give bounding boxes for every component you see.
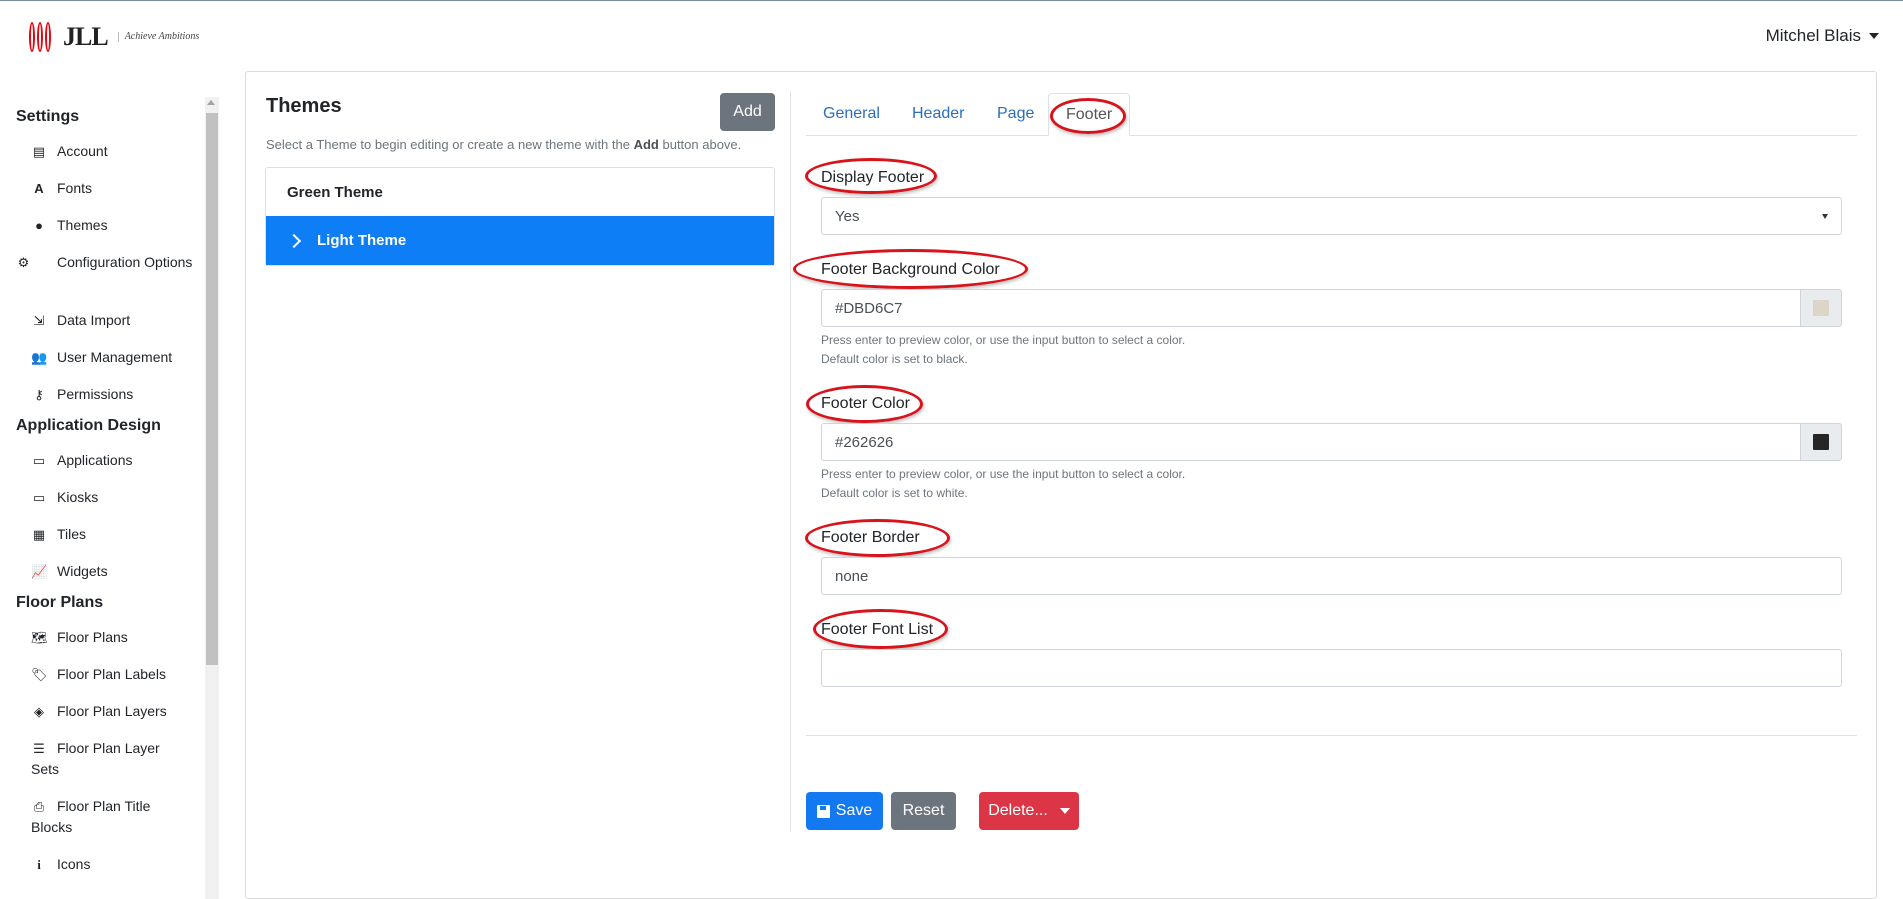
save-button-label: Save bbox=[835, 802, 873, 819]
sidebar-item-floor-plan-labels[interactable]: 🏷 Floor Plan Labels bbox=[31, 664, 196, 685]
scroll-up-arrow-icon[interactable] bbox=[207, 100, 215, 105]
footer-font-list-input[interactable] bbox=[821, 649, 1842, 687]
users-icon: 👥 bbox=[31, 350, 48, 365]
font-icon: A bbox=[34, 181, 44, 196]
tablet-icon: ▭ bbox=[32, 453, 46, 468]
annotation-ring bbox=[806, 385, 923, 423]
themes-hint-bold: Add bbox=[633, 137, 659, 152]
help-text: Press enter to preview color, or use the… bbox=[821, 467, 1186, 481]
color-swatch-icon bbox=[1813, 434, 1829, 450]
table-icon: ▤ bbox=[32, 144, 46, 159]
tablet-icon: ▭ bbox=[32, 490, 46, 505]
help-text: Default color is set to black. bbox=[821, 352, 968, 366]
tasks-icon: ☰ bbox=[33, 741, 45, 756]
column-divider bbox=[790, 91, 791, 831]
sidebar-item-configuration-options[interactable]: ⚙ Configuration Options bbox=[17, 252, 196, 273]
logo-tagline: Achieve Ambitions bbox=[117, 32, 199, 42]
footer-color-help: Press enter to preview color, or use the… bbox=[821, 465, 1185, 503]
sidebar-item-fonts[interactable]: A Fonts bbox=[31, 178, 196, 199]
sidebar-item-floor-plan-title-blocks[interactable]: ⎙ Floor Plan Title Blocks bbox=[31, 796, 171, 838]
sidebar-item-floor-plan-layers[interactable]: ◈ Floor Plan Layers bbox=[31, 701, 196, 722]
add-theme-button[interactable]: Add bbox=[720, 93, 775, 131]
caret-down-icon bbox=[1869, 33, 1879, 39]
gear-icon: ⚙ bbox=[17, 255, 30, 270]
dropdown-arrow-icon bbox=[1822, 213, 1828, 219]
print-icon: ⎙ bbox=[33, 799, 45, 814]
info-icon: i bbox=[37, 857, 41, 872]
sidebar-item-applications[interactable]: ▭ Applications bbox=[31, 450, 196, 471]
sidebar-scrollbar-thumb[interactable] bbox=[206, 113, 218, 665]
footer-bg-color-input[interactable] bbox=[821, 289, 1800, 327]
user-menu[interactable]: Mitchel Blais bbox=[1766, 26, 1879, 46]
tab-header[interactable]: Header bbox=[895, 93, 981, 135]
footer-bg-color-help: Press enter to preview color, or use the… bbox=[821, 331, 1185, 369]
themes-hint-text-end: button above. bbox=[658, 137, 742, 152]
footer-color-input[interactable] bbox=[821, 423, 1800, 461]
form-divider bbox=[806, 735, 1857, 736]
footer-color-group bbox=[821, 423, 1842, 461]
sidebar-item-widgets[interactable]: 📈 Widgets bbox=[31, 561, 196, 582]
grid-icon: ▦ bbox=[32, 527, 46, 542]
logo-text: JLL bbox=[63, 22, 109, 51]
save-button[interactable]: Save bbox=[806, 792, 883, 830]
sidebar-item-kiosks[interactable]: ▭ Kiosks bbox=[31, 487, 196, 508]
layers-icon: ◈ bbox=[34, 704, 44, 719]
user-name: Mitchel Blais bbox=[1765, 26, 1861, 45]
sidebar-item-icons[interactable]: i Icons bbox=[31, 854, 196, 875]
jll-logo-icon bbox=[29, 22, 59, 52]
annotation-ring bbox=[793, 249, 1028, 289]
display-footer-select[interactable]: Yes bbox=[821, 197, 1842, 235]
sidebar-section-settings: Settings bbox=[16, 108, 80, 125]
footer-bg-color-group bbox=[821, 289, 1842, 327]
chart-icon: 📈 bbox=[31, 564, 48, 579]
reset-button[interactable]: Reset bbox=[891, 792, 956, 830]
settings-tabs: General Header Page Footer bbox=[806, 93, 1857, 136]
sidebar-item-permissions[interactable]: ⚷ Permissions bbox=[31, 384, 196, 405]
footer-color-picker-button[interactable] bbox=[1800, 423, 1842, 461]
theme-item-light[interactable]: Light Theme bbox=[266, 216, 774, 265]
theme-item-label: Light Theme bbox=[317, 232, 407, 249]
sidebar-item-user-management[interactable]: 👥 User Management bbox=[31, 347, 196, 368]
key-icon: ⚷ bbox=[34, 387, 44, 402]
footer-border-input[interactable] bbox=[821, 557, 1842, 595]
annotation-ring bbox=[813, 609, 948, 649]
caret-down-icon bbox=[1059, 808, 1070, 814]
sidebar-item-floor-plan-layer-sets[interactable]: ☰ Floor Plan Layer Sets bbox=[31, 738, 181, 780]
color-swatch-icon bbox=[1813, 300, 1829, 316]
delete-button-label: Delete... bbox=[988, 802, 1048, 819]
chevron-right-icon bbox=[286, 233, 302, 248]
theme-item-green[interactable]: Green Theme bbox=[266, 168, 774, 216]
palette-icon: ● bbox=[35, 218, 43, 233]
sidebar: Settings ▤ Account A Fonts ● Themes ⚙ Config… bbox=[0, 97, 205, 899]
sidebar-item-floor-plans[interactable]: 🗺 Floor Plans bbox=[31, 627, 196, 648]
sidebar-item-data-import[interactable]: ⇲ Data Import bbox=[31, 310, 196, 331]
jll-logo: JLL Achieve Ambitions bbox=[29, 19, 199, 55]
file-import-icon: ⇲ bbox=[33, 313, 45, 328]
sidebar-section-floor-plans: Floor Plans bbox=[16, 594, 104, 611]
themes-hint: Select a Theme to begin editing or creat… bbox=[266, 137, 741, 152]
tags-icon: 🏷 bbox=[31, 667, 48, 682]
sidebar-item-account[interactable]: ▤ Account bbox=[31, 141, 196, 162]
footer-bg-color-picker-button[interactable] bbox=[1800, 289, 1842, 327]
theme-item-label: Green Theme bbox=[287, 183, 383, 201]
display-footer-value: Yes bbox=[835, 207, 860, 225]
sidebar-item-themes[interactable]: ● Themes bbox=[31, 215, 196, 236]
tab-general[interactable]: General bbox=[806, 93, 897, 135]
save-icon bbox=[816, 804, 830, 818]
annotation-ring bbox=[805, 519, 950, 557]
theme-list: Green Theme Light Theme bbox=[265, 167, 775, 266]
delete-dropdown-button[interactable]: Delete... bbox=[979, 792, 1079, 830]
help-text: Default color is set to white. bbox=[821, 486, 968, 500]
annotation-ring bbox=[805, 158, 937, 194]
map-icon: 🗺 bbox=[31, 630, 48, 645]
themes-hint-text: Select a Theme to begin editing or creat… bbox=[266, 137, 634, 152]
help-text: Press enter to preview color, or use the… bbox=[821, 333, 1186, 347]
sidebar-item-tiles[interactable]: ▦ Tiles bbox=[31, 524, 196, 545]
themes-title: Themes bbox=[266, 95, 342, 117]
sidebar-section-application-design: Application Design bbox=[16, 417, 161, 434]
tab-page[interactable]: Page bbox=[980, 93, 1051, 135]
annotation-ring bbox=[1050, 98, 1126, 134]
